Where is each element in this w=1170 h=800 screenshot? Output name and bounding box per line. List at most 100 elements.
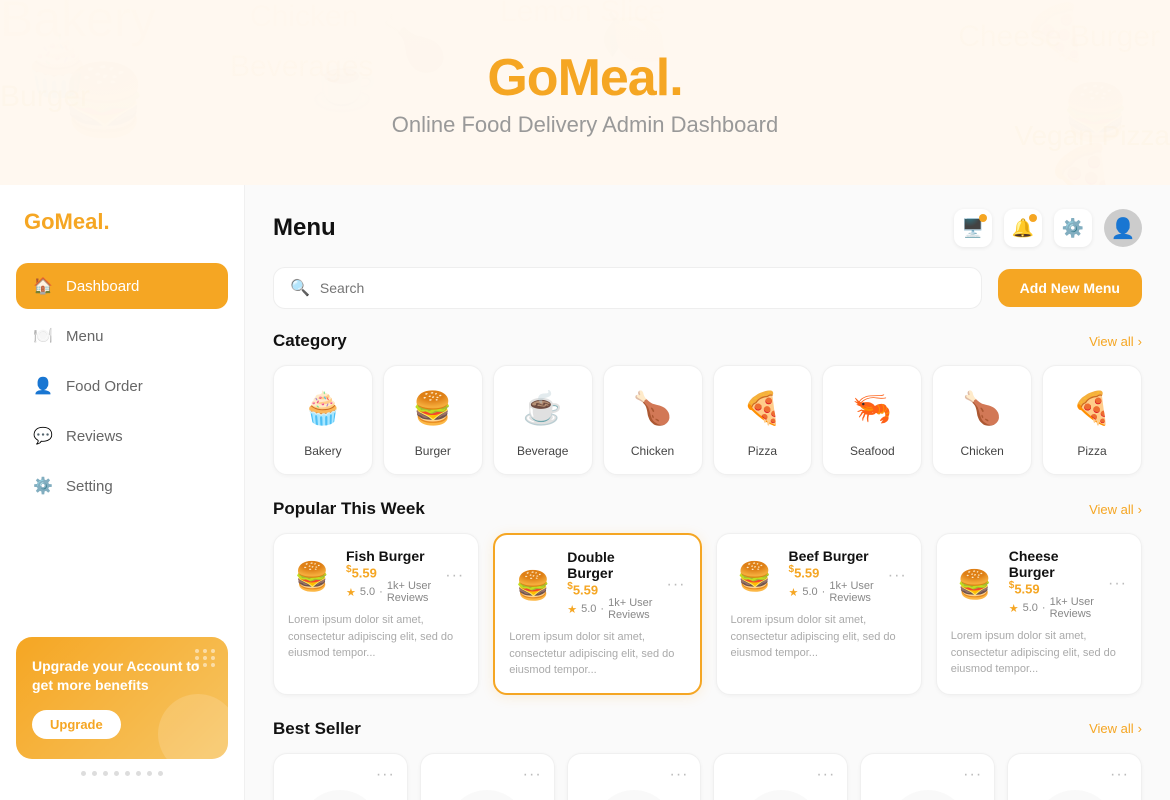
- bs-header-3: ···: [580, 766, 689, 784]
- sidebar-logo-text: GoMeal: [24, 209, 103, 234]
- bestseller-pepperoni-pizza[interactable]: ··· 🍕 Pepperoni Pizza $5.59: [273, 753, 408, 800]
- bestseller-title: Best Seller: [273, 719, 361, 739]
- notifications-btn[interactable]: 🔔: [1004, 209, 1042, 247]
- popular-card-header-2: 🍔 Double Burger $5.59 ★ 5.0 · 1k+ User R…: [509, 549, 685, 621]
- chevron-right-icon: ›: [1138, 334, 1142, 349]
- bestseller-fish-burger[interactable]: ··· 🍔 Fish Burger $5.59: [1007, 753, 1142, 800]
- star-icon: ★: [346, 586, 356, 599]
- gear-icon: ⚙️: [1062, 218, 1084, 239]
- sidebar-logo: GoMeal.: [16, 209, 228, 235]
- category-grid: 🧁 Bakery 🍔 Burger ☕ Beverage 🍗 Chicken 🍕…: [273, 365, 1142, 475]
- monitor-btn[interactable]: 🖥️: [954, 209, 992, 247]
- cheese-burger-name: Cheese Burger: [1009, 548, 1098, 580]
- sidebar-item-reviews[interactable]: 💬 Reviews: [16, 413, 228, 459]
- category-view-all[interactable]: View all ›: [1089, 334, 1142, 349]
- beef-burger-name: Beef Burger: [789, 548, 878, 564]
- cheese-burger-desc: Lorem ipsum dolor sit amet, consectetur …: [951, 628, 1127, 678]
- avatar[interactable]: 👤: [1104, 209, 1142, 247]
- category-seafood[interactable]: 🦐 Seafood: [822, 365, 922, 475]
- beef-burger-bs-menu-icon[interactable]: ···: [963, 766, 982, 784]
- category-section-header: Category View all ›: [273, 331, 1142, 351]
- upgrade-card: Upgrade your Account to get more benefit…: [16, 637, 228, 759]
- reviews-icon: 💬: [32, 425, 54, 447]
- burger-icon: 🍔: [407, 382, 459, 434]
- pizza-icon-1: 🍕: [736, 382, 788, 434]
- beef-burger-desc: Lorem ipsum dolor sit amet, consectetur …: [731, 612, 907, 662]
- popular-chevron-icon: ›: [1138, 502, 1142, 517]
- category-bakery[interactable]: 🧁 Bakery: [273, 365, 373, 475]
- popular-grid: 🍔 Fish Burger $5.59 ★ 5.0 · 1k+ User Rev…: [273, 533, 1142, 695]
- content-header: Menu 🖥️ 🔔 ⚙️ 👤: [273, 209, 1142, 247]
- sidebar-item-setting[interactable]: ⚙️ Setting: [16, 463, 228, 509]
- sidebar-dashboard-label: Dashboard: [66, 278, 139, 295]
- sidebar-food-order-label: Food Order: [66, 378, 143, 395]
- popular-fish-burger[interactable]: 🍔 Fish Burger $5.59 ★ 5.0 · 1k+ User Rev…: [273, 533, 479, 695]
- bestseller-grid: ··· 🍕 Pepperoni Pizza $5.59 ··· 🍜 Japane…: [273, 753, 1142, 800]
- sidebar-item-menu[interactable]: 🍽️ Menu: [16, 313, 228, 359]
- ramen-menu-icon[interactable]: ···: [523, 766, 542, 784]
- search-input[interactable]: [320, 280, 965, 296]
- main-layout: GoMeal. 🏠 Dashboard 🍽️ Menu 👤 Food Order…: [0, 185, 1170, 800]
- bs-header-6: ···: [1020, 766, 1129, 784]
- fish-burger-price: $5.59: [346, 564, 435, 580]
- popular-card-header-1: 🍔 Fish Burger $5.59 ★ 5.0 · 1k+ User Rev…: [288, 548, 464, 604]
- settings-btn[interactable]: ⚙️: [1054, 209, 1092, 247]
- cheese-burger-info: Cheese Burger $5.59 ★ 5.0 · 1k+ User Rev…: [1009, 548, 1098, 620]
- fish-burger-bs-img: 🍔: [1035, 790, 1115, 800]
- bs-header-2: ···: [433, 766, 542, 784]
- beverage-icon: ☕: [517, 382, 569, 434]
- pizza-label-2: Pizza: [1077, 444, 1106, 458]
- ramen-img: 🍜: [447, 790, 527, 800]
- popular-view-all[interactable]: View all ›: [1089, 502, 1142, 517]
- sidebar-item-dashboard[interactable]: 🏠 Dashboard: [16, 263, 228, 309]
- category-pizza-1[interactable]: 🍕 Pizza: [713, 365, 813, 475]
- category-chicken-1[interactable]: 🍗 Chicken: [603, 365, 703, 475]
- fried-rice-menu-icon[interactable]: ···: [670, 766, 689, 784]
- cheese-burger-menu[interactable]: ···: [1108, 575, 1127, 593]
- sidebar-logo-dot: .: [103, 209, 109, 234]
- fish-burger-name: Fish Burger: [346, 548, 435, 564]
- category-chicken-2[interactable]: 🍗 Chicken: [932, 365, 1032, 475]
- category-beverage[interactable]: ☕ Beverage: [493, 365, 593, 475]
- fish-burger-img: 🍔: [288, 552, 336, 600]
- bakery-icon: 🧁: [297, 382, 349, 434]
- popular-beef-burger[interactable]: 🍔 Beef Burger $5.59 ★ 5.0 · 1k+ User Rev…: [716, 533, 922, 695]
- search-add-row: 🔍 Add New Menu: [273, 267, 1142, 309]
- bestseller-fried-rice[interactable]: ··· 🍛 Fried Rice $5.59: [567, 753, 702, 800]
- upgrade-button[interactable]: Upgrade: [32, 710, 121, 739]
- cheese-burger-img: 🍔: [951, 560, 999, 608]
- upgrade-card-circle: [158, 694, 228, 759]
- popular-cheese-burger[interactable]: 🍔 Cheese Burger $5.59 ★ 5.0 · 1k+ User R…: [936, 533, 1142, 695]
- add-new-menu-button[interactable]: Add New Menu: [998, 269, 1142, 307]
- sidebar-menu-label: Menu: [66, 328, 104, 345]
- sidebar-item-food-order[interactable]: 👤 Food Order: [16, 363, 228, 409]
- double-burger-img: 🍔: [509, 561, 557, 609]
- bestseller-vegan-pizza[interactable]: ··· 🍕 Vegan Pizza $5.59: [713, 753, 848, 800]
- sidebar-bottom-dots: [16, 771, 228, 776]
- category-pizza-2[interactable]: 🍕 Pizza: [1042, 365, 1142, 475]
- page-title: Menu: [273, 214, 336, 242]
- beef-burger-bs-img: 🍔: [888, 790, 968, 800]
- bestseller-view-all[interactable]: View all ›: [1089, 721, 1142, 736]
- popular-double-burger[interactable]: 🍔 Double Burger $5.59 ★ 5.0 · 1k+ User R…: [493, 533, 701, 695]
- bestseller-japanese-ramen[interactable]: ··· 🍜 Japanese Ramen $5.59: [420, 753, 555, 800]
- star-icon-3: ★: [789, 586, 799, 599]
- bestseller-beef-burger[interactable]: ··· 🍔 Beef Burger $5.59: [860, 753, 995, 800]
- pizza-icon-2: 🍕: [1066, 382, 1118, 434]
- bestseller-section-header: Best Seller View all ›: [273, 719, 1142, 739]
- fish-burger-menu[interactable]: ···: [445, 567, 464, 585]
- double-burger-name: Double Burger: [567, 549, 656, 581]
- double-burger-menu[interactable]: ···: [667, 576, 686, 594]
- vegan-pizza-menu-icon[interactable]: ···: [816, 766, 835, 784]
- fish-burger-bs-menu-icon[interactable]: ···: [1110, 766, 1129, 784]
- popular-card-header-4: 🍔 Cheese Burger $5.59 ★ 5.0 · 1k+ User R…: [951, 548, 1127, 620]
- beef-burger-menu[interactable]: ···: [888, 567, 907, 585]
- cheese-burger-rating: ★ 5.0 · 1k+ User Reviews: [1009, 596, 1098, 620]
- category-burger[interactable]: 🍔 Burger: [383, 365, 483, 475]
- star-icon-2: ★: [567, 603, 577, 616]
- bs-header-5: ···: [873, 766, 982, 784]
- pepperoni-menu-icon[interactable]: ···: [376, 766, 395, 784]
- popular-section-header: Popular This Week View all ›: [273, 499, 1142, 519]
- category-title: Category: [273, 331, 347, 351]
- fish-burger-info: Fish Burger $5.59 ★ 5.0 · 1k+ User Revie…: [346, 548, 435, 604]
